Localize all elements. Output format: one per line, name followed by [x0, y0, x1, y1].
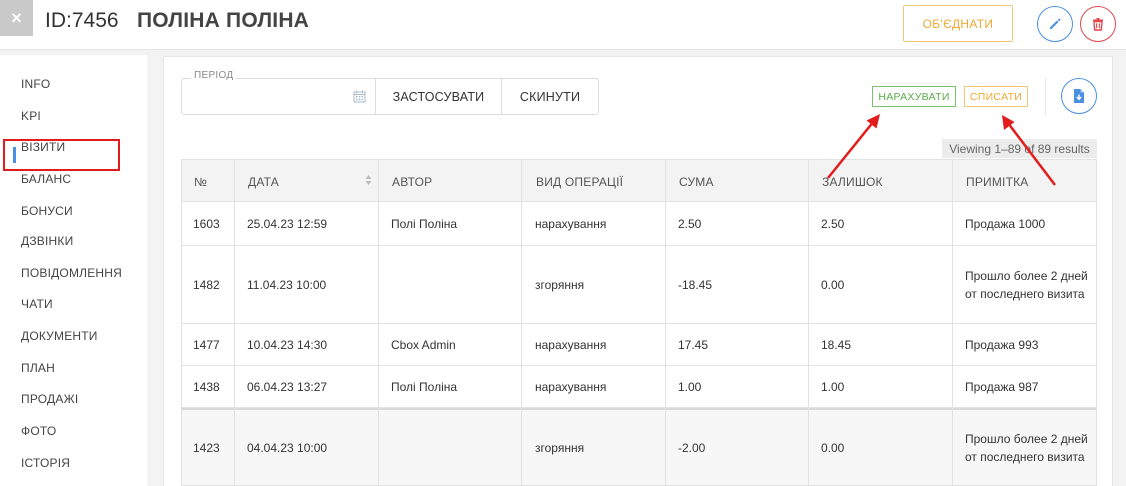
page-header: × ID:7456 ПОЛІНА ПОЛІНА ОБ'ЄДНАТИ — [0, 0, 1126, 50]
cell-amount: 17.45 — [678, 337, 709, 352]
cell-balance: 18.45 — [821, 337, 852, 352]
download-file-icon — [1074, 89, 1084, 103]
cell-date: 11.04.23 10:00 — [247, 277, 327, 292]
reset-button[interactable]: СКИНУТИ — [501, 78, 599, 115]
cell-amount: -18.45 — [678, 277, 713, 292]
col-header-note[interactable]: ПРИМІТКА — [966, 160, 1029, 203]
close-button[interactable]: × — [0, 0, 33, 36]
cell-id: 1423 — [193, 440, 220, 455]
table-header: № ДАТА АВТОР ВИД ОПЕРАЦІЇ СУМА ЗАЛИШОК П… — [181, 159, 1097, 202]
column-divider — [952, 159, 953, 486]
table-row[interactable]: 1603 25.04.23 12:59 Полі Поліна нарахува… — [181, 202, 1097, 246]
cell-amount: -2.00 — [678, 440, 706, 455]
col-header-amount[interactable]: СУМА — [679, 160, 714, 203]
col-header-number[interactable]: № — [194, 160, 207, 203]
trash-icon — [1093, 18, 1103, 31]
cell-note: Прошло более 2 дней от последнего визита — [965, 268, 1088, 301]
cell-balance: 2.50 — [821, 216, 845, 231]
table-row[interactable]: 1423 04.04.23 10:00 згоряння -2.00 0.00 … — [181, 408, 1097, 486]
cell-author: Cbox Admin — [391, 337, 456, 352]
cell-date: 04.04.23 10:00 — [247, 440, 328, 455]
cell-type: згоряння — [535, 277, 585, 292]
column-divider — [234, 159, 235, 486]
pencil-icon — [1050, 18, 1061, 29]
sidebar-item-bonuses[interactable]: БОНУСИ — [21, 204, 73, 218]
sidebar-item-kpi[interactable]: KPI — [21, 109, 41, 123]
cell-note: Продажа 993 — [965, 337, 1039, 352]
writeoff-button[interactable]: СПИСАТИ — [964, 86, 1028, 107]
results-summary: Viewing 1–89 of 89 results — [942, 139, 1097, 158]
cell-balance: 0.00 — [821, 440, 845, 455]
col-header-type[interactable]: ВИД ОПЕРАЦІЇ — [536, 160, 623, 203]
merge-button[interactable]: ОБ'ЄДНАТИ — [903, 5, 1013, 42]
sidebar-item-messages[interactable]: ПОВІДОМЛЕННЯ — [21, 266, 122, 280]
period-input[interactable] — [181, 78, 376, 115]
cell-type: нарахування — [535, 216, 607, 231]
cell-note: Продажа 987 — [965, 379, 1039, 394]
toolbar-divider — [1045, 78, 1046, 115]
close-icon: × — [11, 7, 22, 28]
calendar-icon[interactable] — [353, 90, 366, 103]
sidebar-item-history[interactable]: ІСТОРІЯ — [21, 456, 70, 470]
cell-id: 1477 — [193, 337, 220, 352]
sidebar-item-photo[interactable]: ФОТО — [21, 424, 56, 438]
column-divider — [521, 159, 522, 486]
col-header-date[interactable]: ДАТА — [248, 160, 378, 203]
export-button[interactable] — [1061, 78, 1097, 114]
col-header-balance[interactable]: ЗАЛИШОК — [822, 160, 883, 203]
column-divider — [665, 159, 666, 486]
table-row[interactable]: 1477 10.04.23 14:30 Cbox Admin нарахуван… — [181, 324, 1097, 366]
sidebar-item-chats[interactable]: ЧАТИ — [21, 297, 53, 311]
cell-note: Прошло более 2 дней от последнего визита — [965, 431, 1088, 464]
cell-amount: 1.00 — [678, 379, 702, 394]
cell-balance: 1.00 — [821, 379, 845, 394]
cell-date: 25.04.23 12:59 — [247, 216, 328, 231]
cell-id: 1482 — [193, 277, 220, 292]
active-indicator — [13, 147, 16, 163]
cell-author: Полі Поліна — [391, 379, 458, 394]
highlight-box — [3, 139, 120, 171]
col-header-date-label: ДАТА — [248, 174, 279, 189]
cell-id: 1603 — [193, 216, 220, 231]
page-title: ПОЛІНА ПОЛІНА — [137, 9, 310, 32]
cell-author: Полі Поліна — [391, 216, 458, 231]
table-row[interactable]: 1438 06.04.23 13:27 Полі Поліна нарахува… — [181, 366, 1097, 408]
cell-note: Продажа 1000 — [965, 216, 1046, 231]
sidebar-item-balance[interactable]: БАЛАНС — [21, 172, 71, 186]
sidebar-item-documents[interactable]: ДОКУМЕНТИ — [21, 329, 98, 343]
cell-date: 10.04.23 14:30 — [247, 337, 328, 352]
apply-button[interactable]: ЗАСТОСУВАТИ — [375, 78, 502, 115]
sidebar-item-info[interactable]: INFO — [21, 77, 50, 91]
cell-type: нарахування — [535, 337, 607, 352]
accrue-button[interactable]: НАРАХУВАТИ — [872, 86, 956, 107]
record-id: ID:7456 — [45, 9, 119, 32]
sidebar-item-sales[interactable]: ПРОДАЖІ — [21, 392, 78, 406]
period-label: ПЕРІОД — [191, 70, 237, 81]
table-row[interactable]: 1482 11.04.23 10:00 згоряння -18.45 0.00… — [181, 246, 1097, 324]
cell-type: нарахування — [535, 379, 607, 394]
edit-button[interactable] — [1037, 6, 1073, 42]
cell-amount: 2.50 — [678, 216, 702, 231]
delete-button[interactable] — [1080, 6, 1116, 42]
sort-icon[interactable] — [365, 174, 372, 186]
cell-balance: 0.00 — [821, 277, 845, 292]
cell-type: згоряння — [535, 440, 585, 455]
col-header-author[interactable]: АВТОР — [392, 160, 432, 203]
cell-date: 06.04.23 13:27 — [247, 379, 328, 394]
sidebar-item-calls[interactable]: ДЗВІНКИ — [21, 234, 73, 248]
column-divider — [378, 159, 379, 486]
cell-id: 1438 — [193, 379, 220, 394]
column-divider — [808, 159, 809, 486]
sidebar-item-plan[interactable]: ПЛАН — [21, 361, 55, 375]
